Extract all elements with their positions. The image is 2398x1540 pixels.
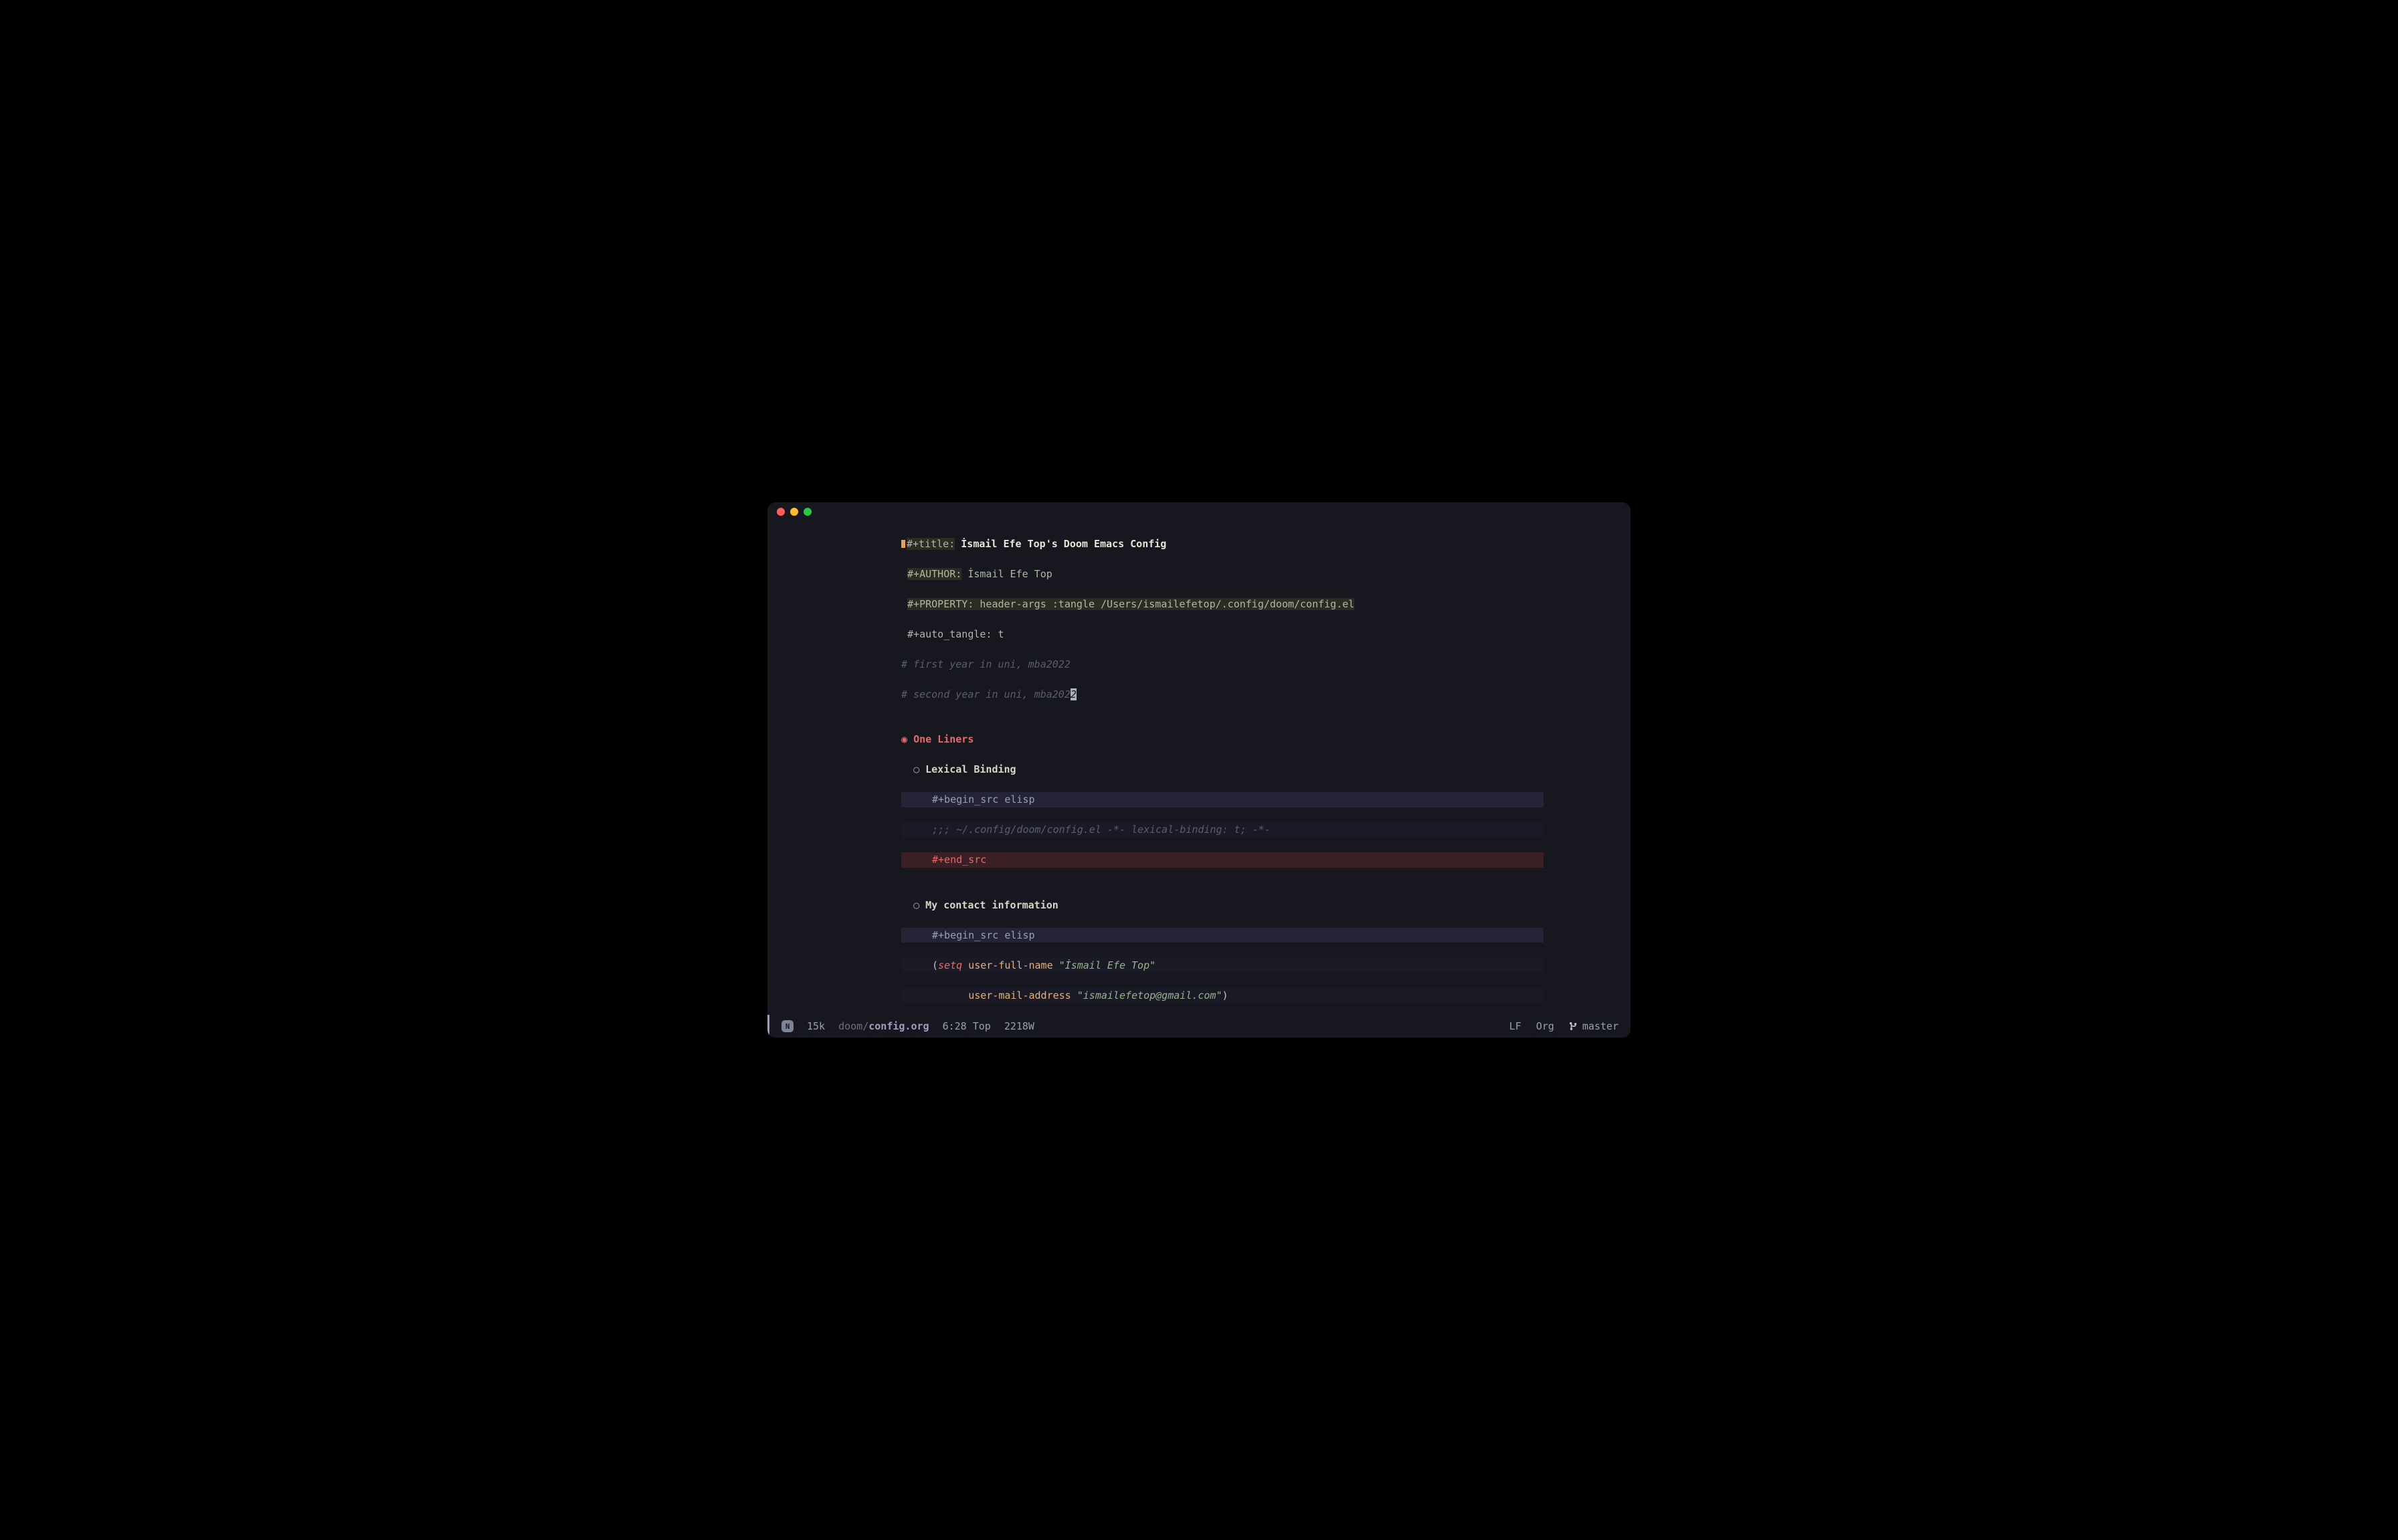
buffer-path: doom/config.org <box>838 1020 929 1032</box>
heading-1[interactable]: ◉ One Liners <box>901 732 1631 747</box>
author-line: #+AUTHOR: İsmail Efe Top <box>901 567 1631 582</box>
autotangle-line: #+auto_tangle: t <box>901 627 1631 642</box>
comment-line: # first year in uni, mba2022 <box>901 657 1631 672</box>
h2-bullet: ○ <box>913 763 925 775</box>
editor-buffer[interactable]: #+title: İsmail Efe Top's Doom Emacs Con… <box>767 521 1631 1015</box>
comment-text: # second year in uni, mba202 <box>901 688 1071 700</box>
cursor-position: 6:28 Top <box>943 1020 991 1032</box>
emacs-window: #+title: İsmail Efe Top's Doom Emacs Con… <box>767 502 1631 1038</box>
buffer-dir: doom/ <box>838 1020 868 1032</box>
org-keyword: #+title: <box>907 538 955 550</box>
h1-text: One Liners <box>913 733 974 745</box>
git-branch[interactable]: master <box>1569 1020 1619 1032</box>
close-button[interactable] <box>777 508 785 516</box>
buffer-size: 15k <box>807 1020 825 1032</box>
modeline: N 15k doom/config.org 6:28 Top 2218W LF … <box>767 1015 1631 1038</box>
git-branch-name: master <box>1582 1020 1619 1032</box>
macos-titlebar <box>767 502 1631 521</box>
title-line: #+title: İsmail Efe Top's Doom Emacs Con… <box>901 537 1631 552</box>
heading-2-lexical[interactable]: ○ Lexical Binding <box>901 762 1631 777</box>
h2-text: My contact information <box>925 899 1058 911</box>
begin-src: #+begin_src elisp <box>901 928 1544 943</box>
line-ending: LF <box>1509 1020 1521 1032</box>
minimize-button[interactable] <box>790 508 798 516</box>
buffer-filename: config.org <box>868 1020 929 1032</box>
heading-2-contact[interactable]: ○ My contact information <box>901 898 1631 913</box>
evil-state-indicator: N <box>781 1020 794 1032</box>
src-line: (setq user-full-name "İsmail Efe Top" <box>901 958 1544 973</box>
h2-bullet: ○ <box>913 899 925 911</box>
end-src: #+end_src <box>901 852 1544 868</box>
src-line: ;;; ~/.config/doom/config.el -*- lexical… <box>901 822 1544 838</box>
src-line: user-mail-address "ismailefetop@gmail.co… <box>901 988 1544 1003</box>
org-title-value: İsmail Efe Top's Doom Emacs Config <box>955 538 1166 550</box>
org-keyword: #+AUTHOR: <box>907 568 961 580</box>
maximize-button[interactable] <box>804 508 812 516</box>
major-mode: Org <box>1536 1020 1554 1032</box>
text-cursor: 2 <box>1071 688 1077 700</box>
begin-src: #+begin_src elisp <box>901 792 1544 807</box>
bookmark-indicator <box>901 540 905 548</box>
comment-line-cursor: # second year in uni, mba2022 <box>901 687 1631 702</box>
org-property: #+PROPERTY: header-args :tangle /Users/i… <box>907 598 1354 610</box>
org-autotangle: #+auto_tangle: t <box>907 628 1004 640</box>
h1-bullet: ◉ <box>901 733 913 745</box>
property-line: #+PROPERTY: header-args :tangle /Users/i… <box>901 597 1631 612</box>
org-author-value: İsmail Efe Top <box>961 568 1052 580</box>
git-branch-icon <box>1569 1022 1578 1031</box>
word-count: 2218W <box>1004 1020 1034 1032</box>
h2-text: Lexical Binding <box>925 763 1016 775</box>
